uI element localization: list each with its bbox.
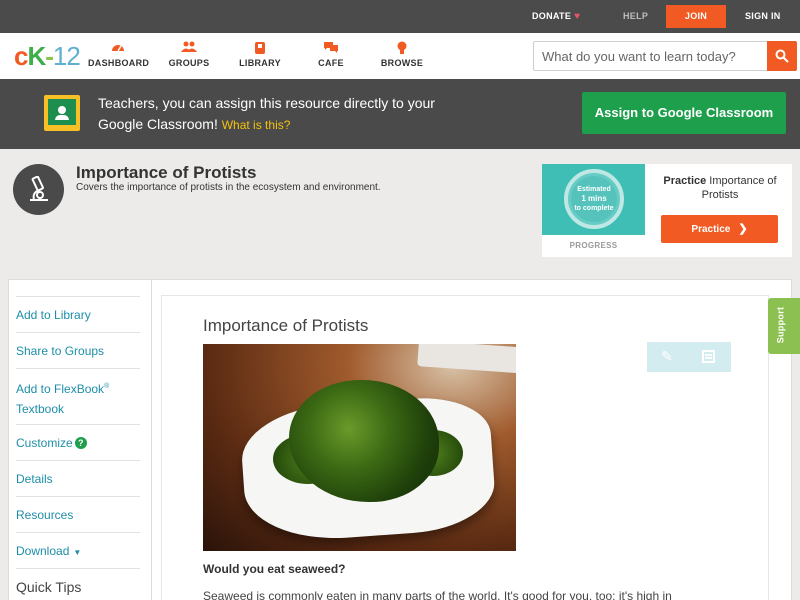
cafe-chat-icon xyxy=(316,41,346,57)
nav-cafe-label: CAFE xyxy=(318,58,344,68)
article-title: Importance of Protists xyxy=(203,316,369,335)
details-link[interactable]: Details xyxy=(16,460,140,497)
download-link[interactable]: Download ▼ xyxy=(16,532,140,569)
nav-dashboard[interactable]: DASHBOARD xyxy=(88,41,150,68)
logo-k: K xyxy=(27,41,46,71)
caret-down-icon: ▼ xyxy=(73,548,82,557)
progress-label: PROGRESS xyxy=(569,241,618,250)
add-to-flexbook-label: Add to FlexBook xyxy=(16,382,105,396)
page-description: Covers the importance of protists in the… xyxy=(76,182,381,193)
donate-label: DONATE xyxy=(532,11,572,21)
what-is-this-link[interactable]: What is this? xyxy=(222,118,291,132)
progress-panel: Estimated 1 mins to complete PROGRESS xyxy=(542,164,645,257)
page-title: Importance of Protists xyxy=(76,163,257,182)
practice-button-label: Practice xyxy=(691,224,731,235)
customize-label: Customize xyxy=(16,436,73,450)
join-button[interactable]: JOIN xyxy=(666,5,726,28)
support-label: Support xyxy=(775,306,786,344)
top-utility-bar: DONATE ♥ HELP JOIN SIGN IN xyxy=(0,0,800,33)
main-nav: cK-12 DASHBOARD GROUPS LIBRARY CAFE BROW… xyxy=(0,33,800,79)
donate-link[interactable]: DONATE ♥ xyxy=(532,0,580,33)
add-to-library-link[interactable]: Add to Library xyxy=(16,296,140,333)
estimated-label: Estimated xyxy=(577,186,611,193)
article-panel: Importance of Protists ✎ Would you eat s… xyxy=(161,295,769,600)
logo-num: 12 xyxy=(52,41,81,71)
nav-groups[interactable]: GROUPS xyxy=(166,41,212,68)
annotation-tools: ✎ xyxy=(647,342,731,372)
registered-mark: ® xyxy=(104,383,110,390)
nav-browse-label: BROWSE xyxy=(380,58,424,68)
sign-in-link[interactable]: SIGN IN xyxy=(745,0,781,33)
share-to-groups-link[interactable]: Share to Groups xyxy=(16,332,140,369)
progress-graphic: Estimated 1 mins to complete xyxy=(542,164,645,235)
microscope-icon xyxy=(13,164,64,215)
practice-word: Practice xyxy=(663,175,707,187)
estimated-mins: 1 mins xyxy=(581,194,607,203)
estimated-time: Estimated 1 mins to complete xyxy=(564,185,624,213)
practice-heading: Practice Importance of Protists xyxy=(652,174,788,202)
practice-title: Importance of Protists xyxy=(701,175,777,201)
add-to-flexbook-link[interactable]: Add to FlexBook® Textbook xyxy=(16,368,140,425)
nav-dashboard-label: DASHBOARD xyxy=(88,58,150,68)
to-complete-label: to complete xyxy=(574,205,614,212)
search-box xyxy=(533,41,797,71)
customize-link[interactable]: Customize? xyxy=(16,424,140,461)
groups-icon xyxy=(166,41,212,57)
nav-library-label: LIBRARY xyxy=(239,58,281,68)
nav-browse[interactable]: BROWSE xyxy=(380,41,424,68)
help-link[interactable]: HELP xyxy=(623,0,648,33)
logo-dash: - xyxy=(45,41,54,71)
quick-tips-heading[interactable]: Quick Tips xyxy=(16,568,140,600)
logo-c: c xyxy=(14,41,29,71)
download-label: Download xyxy=(16,544,70,558)
concept-header: Importance of Protists Covers the import… xyxy=(0,149,800,269)
nav-library[interactable]: LIBRARY xyxy=(238,41,282,68)
practice-button[interactable]: Practice ❯ xyxy=(661,215,778,243)
pencil-icon[interactable]: ✎ xyxy=(661,348,673,365)
notes-icon[interactable] xyxy=(702,350,715,363)
nav-cafe[interactable]: CAFE xyxy=(316,41,346,68)
lightbulb-icon xyxy=(380,41,424,57)
textbook-label: Textbook xyxy=(16,402,65,416)
help-question-icon[interactable]: ? xyxy=(74,437,87,449)
support-tab[interactable]: Support xyxy=(768,298,800,354)
sidebar: Add to Library Share to Groups Add to Fl… xyxy=(9,280,152,600)
heart-icon: ♥ xyxy=(574,11,581,22)
content-area: Add to Library Share to Groups Add to Fl… xyxy=(8,279,792,600)
library-icon xyxy=(238,41,282,57)
dashboard-icon xyxy=(88,41,148,57)
google-classroom-message: Teachers, you can assign this resource d… xyxy=(98,93,458,136)
ck12-logo[interactable]: cK-12 xyxy=(14,41,81,71)
resources-link[interactable]: Resources xyxy=(16,496,140,533)
search-input[interactable] xyxy=(534,42,768,70)
google-classroom-icon xyxy=(44,95,80,131)
chevron-right-icon: ❯ xyxy=(738,223,748,235)
article-body: Seaweed is commonly eaten in many parts … xyxy=(203,589,672,600)
nav-groups-label: GROUPS xyxy=(168,58,210,68)
assign-google-classroom-button[interactable]: Assign to Google Classroom xyxy=(582,92,786,134)
seaweed-salad-image xyxy=(203,344,516,551)
article-question: Would you eat seaweed? xyxy=(203,562,346,576)
google-classroom-banner: Teachers, you can assign this resource d… xyxy=(0,79,800,149)
search-icon xyxy=(775,49,789,63)
search-button[interactable] xyxy=(767,41,797,71)
practice-card: Estimated 1 mins to complete PROGRESS Pr… xyxy=(542,164,792,257)
